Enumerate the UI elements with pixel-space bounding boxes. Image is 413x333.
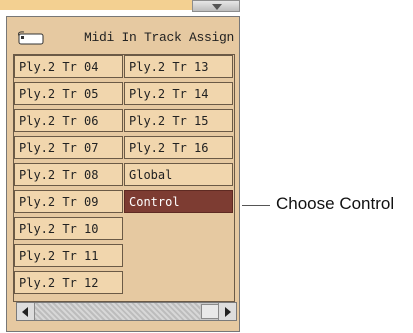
chevron-down-icon	[212, 4, 222, 10]
track-cell[interactable]: Ply.2 Tr 04	[14, 55, 123, 78]
callout-leader-line	[242, 205, 270, 206]
window-header: Midi In Track Assign	[6, 27, 240, 51]
menu-dropdown-button[interactable]	[192, 0, 240, 12]
callout-text: Choose Control	[276, 194, 395, 213]
track-cell[interactable]: Ply.2 Tr 10	[14, 217, 123, 240]
track-cell[interactable]: Ply.2 Tr 05	[14, 82, 123, 105]
arrow-right-icon	[225, 307, 231, 317]
track-cell[interactable]: Ply.2 Tr 08	[14, 163, 123, 186]
track-cell[interactable]: Ply.2 Tr 16	[124, 136, 233, 159]
window-title: Midi In Track Assign	[83, 30, 234, 45]
track-cell[interactable]: Ply.2 Tr 12	[14, 271, 123, 294]
track-cell[interactable]: Ply.2 Tr 06	[14, 109, 123, 132]
track-cell[interactable]: Ply.2 Tr 15	[124, 109, 233, 132]
keyboard-icon	[18, 31, 44, 45]
global-cell[interactable]: Global	[124, 163, 233, 186]
horizontal-scrollbar[interactable]	[16, 302, 237, 321]
scroll-left-button[interactable]	[17, 303, 35, 320]
arrow-left-icon	[22, 307, 28, 317]
track-cell[interactable]: Ply.2 Tr 09	[14, 190, 123, 213]
track-cell[interactable]: Ply.2 Tr 14	[124, 82, 233, 105]
scroll-track[interactable]	[35, 303, 200, 320]
track-assign-grid: Ply.2 Tr 04 Ply.2 Tr 05 Ply.2 Tr 06 Ply.…	[13, 54, 235, 302]
track-cell[interactable]: Ply.2 Tr 07	[14, 136, 123, 159]
scroll-thumb[interactable]	[201, 304, 219, 319]
scroll-right-button[interactable]	[218, 303, 236, 320]
control-cell-selected[interactable]: Control	[124, 190, 233, 213]
track-cell[interactable]: Ply.2 Tr 13	[124, 55, 233, 78]
top-strip	[0, 0, 192, 10]
track-cell[interactable]: Ply.2 Tr 11	[14, 244, 123, 267]
